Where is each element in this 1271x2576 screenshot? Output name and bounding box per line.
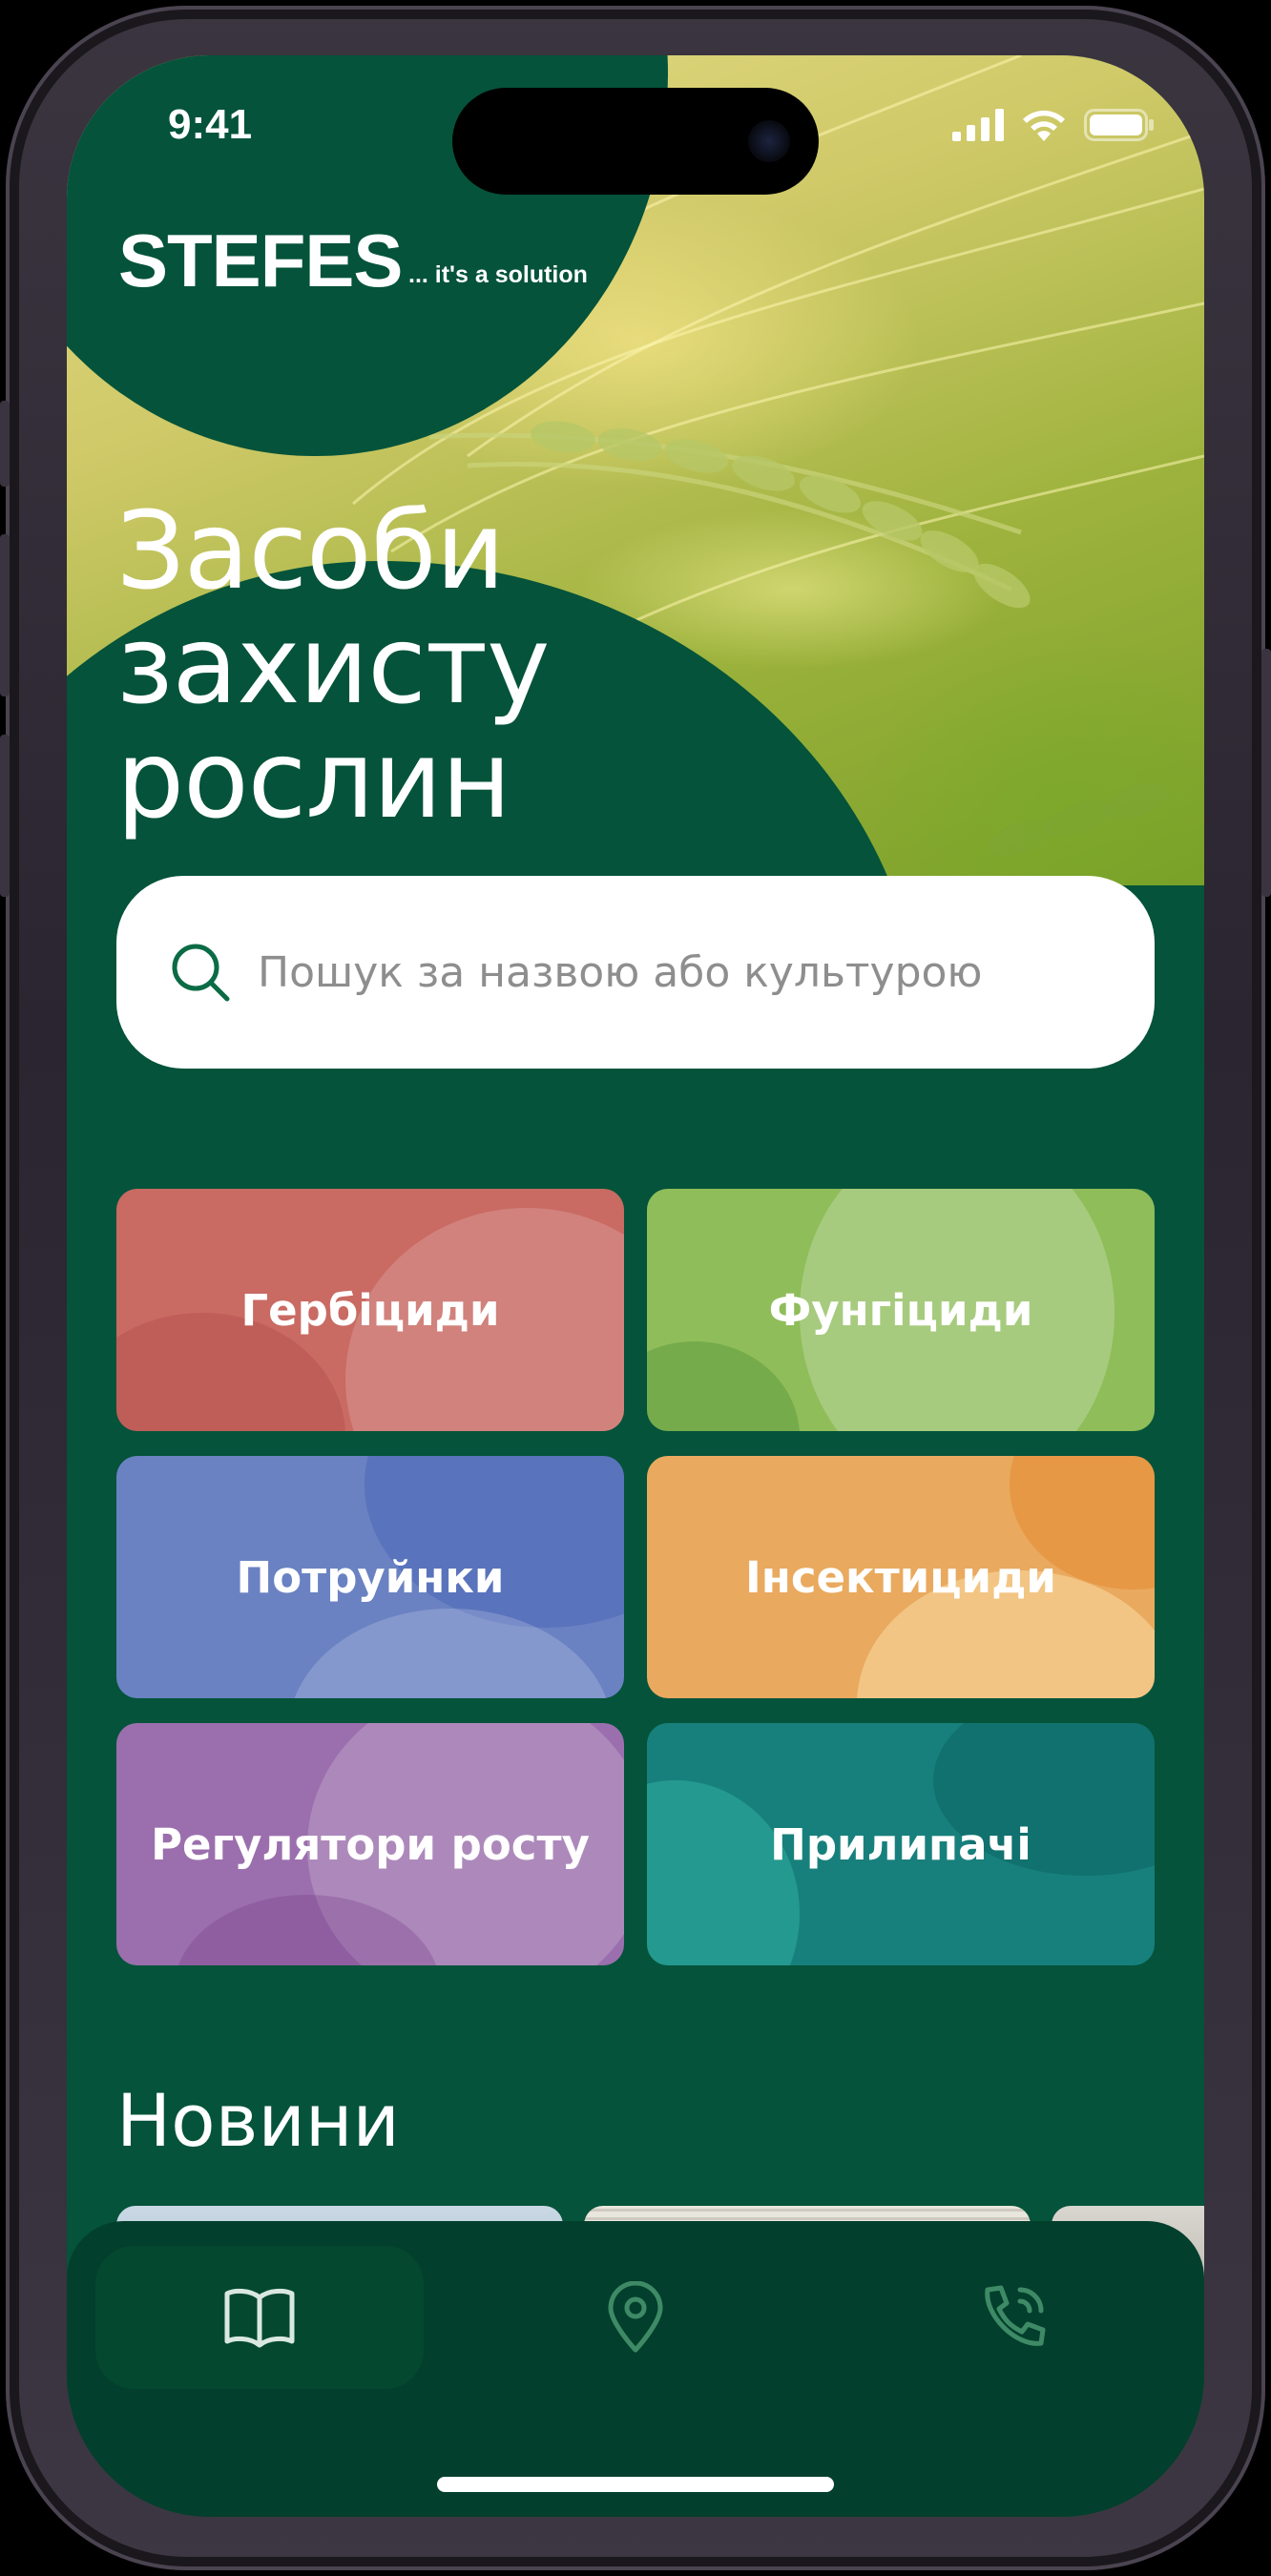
- page-title: Засоби захисту рослин: [116, 494, 784, 838]
- phone-call-icon: [985, 2285, 1046, 2346]
- app-screen: 9:41 STEFES ... it's a solution Засоби з…: [67, 55, 1204, 2517]
- category-tile-growth-regulators[interactable]: Регулятори росту: [116, 1723, 624, 1965]
- tab-map[interactable]: [519, 2246, 752, 2389]
- category-tile-herbicides[interactable]: Гербіциди: [116, 1189, 624, 1431]
- device-volume-down-button: [0, 735, 10, 897]
- category-label: Регулятори росту: [151, 1818, 590, 1870]
- page-title-line: захисту: [116, 604, 550, 728]
- category-label: Фунгіциди: [768, 1284, 1033, 1336]
- tile-pattern: [647, 1780, 800, 1965]
- home-indicator[interactable]: [437, 2477, 834, 2492]
- category-label: Прилипачі: [770, 1818, 1031, 1870]
- tab-catalog[interactable]: [95, 2246, 424, 2389]
- camera-icon: [748, 120, 790, 162]
- category-label: Гербіциди: [240, 1284, 500, 1336]
- page-title-line: рослин: [116, 718, 511, 842]
- search-icon: [172, 944, 230, 1002]
- wifi-icon: [1023, 110, 1065, 141]
- category-tile-potruinky[interactable]: Потруйнки: [116, 1456, 624, 1698]
- brand-name: STEFES: [118, 218, 403, 302]
- category-tile-insecticides[interactable]: Інсектициди: [647, 1456, 1155, 1698]
- brand-logo: STEFES ... it's a solution: [118, 218, 588, 304]
- status-time: 9:41: [168, 101, 253, 148]
- category-tile-adjuvants[interactable]: Прилипачі: [647, 1723, 1155, 1965]
- page-title-line: Засоби: [116, 489, 505, 613]
- news-section-title: Новини: [116, 2078, 400, 2163]
- book-icon: [224, 2288, 295, 2348]
- tile-pattern: [647, 1341, 800, 1431]
- tab-contacts[interactable]: [897, 2246, 1130, 2389]
- map-pin-icon: [608, 2281, 663, 2353]
- battery-icon: [1084, 109, 1154, 141]
- category-label: Потруйнки: [236, 1551, 505, 1603]
- device-side-button: [0, 401, 10, 487]
- device-volume-up-button: [0, 534, 10, 696]
- category-tile-fungicides[interactable]: Фунгіциди: [647, 1189, 1155, 1431]
- category-label: Інсектициди: [745, 1551, 1056, 1603]
- status-icons: [952, 109, 1155, 141]
- search-bar[interactable]: [116, 876, 1155, 1069]
- device-power-button: [1261, 649, 1271, 897]
- brand-tagline: ... it's a solution: [408, 261, 588, 288]
- search-input[interactable]: [256, 946, 1118, 998]
- dynamic-island: [452, 88, 819, 195]
- signal-icon: [952, 109, 1004, 141]
